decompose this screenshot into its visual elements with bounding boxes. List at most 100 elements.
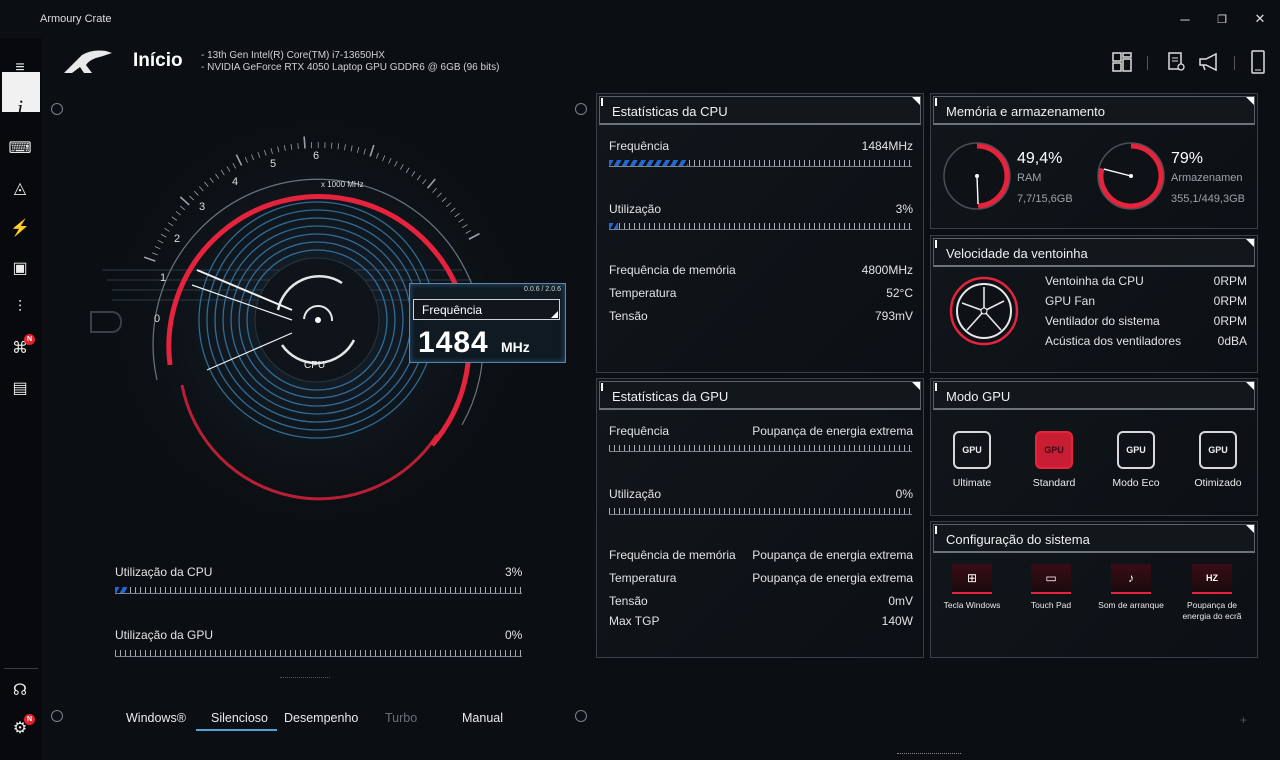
user-icon[interactable]: ☊ [0,672,40,708]
fan-label: GPU Fan [1045,294,1096,308]
cpu-row-value: 4800MHz [861,263,913,277]
windows-icon: ⊞ [952,564,992,594]
syscfg-label: Tecla Windows [943,600,1001,610]
panel-power-saver-toggle[interactable]: HZ Poupança de energia do ecrã [1176,564,1248,622]
cpu-utilization-fill [115,587,127,593]
gauge-tick-label: 6 [313,150,320,162]
document-icon[interactable] [1164,50,1188,74]
readout-label: Frequência [422,303,483,317]
close-button[interactable]: ✕ [1247,8,1273,30]
cpu-freq-label: Frequência [609,139,670,153]
notification-badge: N [24,714,35,725]
megaphone-icon[interactable] [1198,50,1222,74]
device-icon[interactable] [1246,50,1270,74]
gpu-mode-ultimate[interactable]: GPU Ultimate [937,431,1007,489]
cpu-util-fill [609,223,618,229]
gpu-utilization-value: 0% [505,628,523,642]
gpu-mode-header: Modo GPU [933,381,1255,410]
scenario-icon[interactable]: ⚡ [0,210,40,246]
header-separator [1147,56,1148,70]
tuning-icon[interactable]: ⫶ [0,290,40,326]
aura-icon[interactable]: ◬ [0,170,40,206]
gpu-row-label: Frequência de memória [609,548,736,562]
keyboard-icon[interactable]: ⌨ [0,130,40,166]
system-config-panel: Configuração do sistema ⊞ Tecla Windows … [930,521,1258,658]
gpu-row-label: Max TGP [609,614,660,628]
gpu-util-value: 0% [895,487,913,501]
gauge-tick-label: 3 [199,201,206,213]
cpu-util-value: 3% [895,202,913,216]
refresh-rate-icon: HZ [1192,564,1232,594]
cpu-freq-fill [609,160,688,166]
fan-label: Acústica dos ventiladores [1045,334,1182,348]
title-bar [0,0,1280,38]
info-icon[interactable]: i [0,90,40,126]
page-title: Início [133,50,183,71]
fan-panel: Velocidade da ventoinha Ventoinha da CPU… [930,235,1258,373]
memory-title: Memória e armazenamento [946,104,1105,119]
news-icon[interactable]: ▤ [0,370,40,406]
fan-title: Velocidade da ventoinha [946,246,1088,261]
syscfg-label: Som de arranque [1098,600,1164,610]
fan-label: Ventilador do sistema [1045,314,1160,328]
readout-unit: MHz [501,339,530,355]
readout-value: 1484 [418,326,489,359]
gpu-optimized-icon: GPU [1199,431,1237,469]
fan-value: 0RPM [1213,314,1247,328]
boot-sound-toggle[interactable]: ♪ Som de arranque [1095,564,1167,611]
gauge-center-label: CPU [304,360,326,371]
fan-value: 0RPM [1213,294,1247,308]
fan-value: 0RPM [1213,274,1247,288]
gpu-freq-label: Frequência [609,424,670,438]
deals-icon[interactable]: ⌘ N [0,330,40,366]
gpu-mode-eco[interactable]: GPU Modo Eco [1101,431,1171,489]
decor-circle [575,710,587,722]
mode-tab-performance[interactable]: Desempenho [284,711,358,725]
frequency-readout: 0.0.6 / 2.0.6 Frequência 1484 MHz [409,283,566,363]
maximize-button[interactable]: ❐ [1209,8,1235,30]
system-config-title: Configuração do sistema [946,532,1090,547]
readout-range: 0.0.6 / 2.0.6 [524,286,561,293]
app-title: Armoury Crate [40,13,112,25]
gauge-tick-label: 2 [174,233,181,245]
gpu-mode-label: Otimizado [1194,477,1242,489]
settings-icon[interactable]: ⚙ N [0,710,40,746]
gpu-utilization-bar [115,650,522,657]
cpu-model: - 13th Gen Intel(R) Core(TM) i7-13650HX [201,50,385,61]
gpu-mode-optimized[interactable]: GPU Otimizado [1183,431,1253,489]
gpu-mode-label: Standard [1032,477,1076,489]
gpu-freq-value: Poupança de energia extrema [752,424,913,438]
mode-tab-manual[interactable]: Manual [462,711,503,725]
cpu-row-label: Temperatura [609,286,677,300]
fan-value: 0dBA [1217,334,1247,348]
menu-icon[interactable]: ≡ [0,50,40,86]
gpu-row-value: Poupança de energia extrema [752,548,913,562]
layout-icon[interactable] [1110,50,1134,74]
gpu-mode-panel: Modo GPU GPU Ultimate GPU Standard GPU M… [930,378,1258,516]
windows-key-toggle[interactable]: ⊞ Tecla Windows [936,564,1008,611]
gpu-stats-title: Estatísticas da GPU [612,389,729,404]
storage-dial [1097,142,1165,210]
mode-tab-silent[interactable]: Silencioso [211,711,268,725]
game-library-icon[interactable]: ▣ [0,250,40,286]
gpu-stats-panel: Estatísticas da GPU Frequência Poupança … [596,378,924,658]
cpu-utilization-label: Utilização da CPU [115,565,213,579]
ram-percent: 49,4% [1017,150,1063,167]
boot-sound-icon: ♪ [1111,564,1151,594]
cpu-stats-header: Estatísticas da CPU [599,96,921,125]
mode-tab-turbo[interactable]: Turbo [385,711,417,725]
mode-tab-windows[interactable]: Windows® [126,711,186,725]
cpu-freq-value: 1484MHz [861,139,913,153]
header-separator-2 [1234,56,1235,70]
gpu-freq-bar [609,445,912,452]
gpu-row-label: Temperatura [609,571,677,585]
storage-label: Armazenamen [1171,172,1243,184]
minimize-button[interactable]: ─ [1172,8,1198,30]
touchpad-toggle[interactable]: ▭ Touch Pad [1015,564,1087,611]
decor-circle [51,710,63,722]
cpu-freq-bar [609,160,912,167]
fan-dial [949,276,1019,346]
gpu-mode-standard[interactable]: GPU Standard [1019,431,1089,489]
decor-circle [51,103,63,115]
cpu-util-label: Utilização [609,202,662,216]
